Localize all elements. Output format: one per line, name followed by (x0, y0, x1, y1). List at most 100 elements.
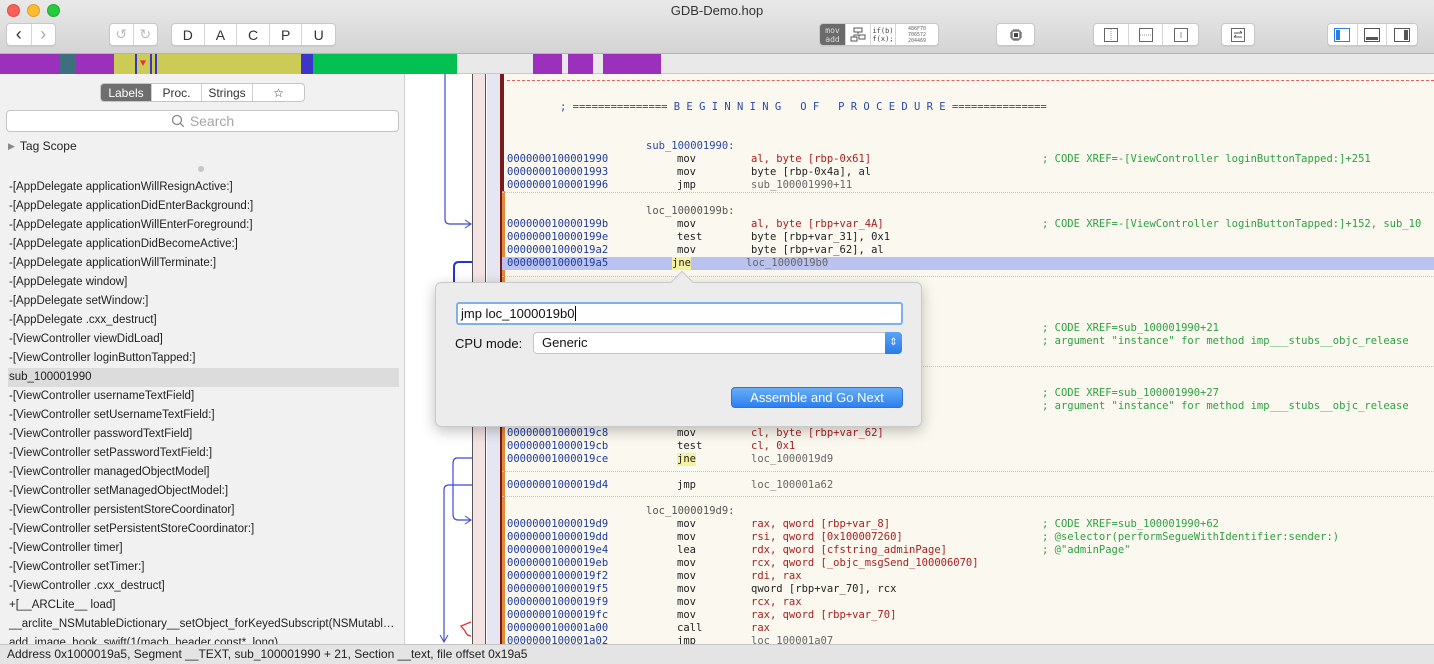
pseudocode-mode-button[interactable]: if(b) f(x); (871, 24, 896, 45)
instruction-row[interactable]: 0000000100001a00 call rax (507, 622, 1434, 635)
label-list-item[interactable]: -[ViewController setPasswordTextField:] (8, 444, 399, 463)
instruction-address: 00000001000019dd (507, 531, 609, 543)
loc-label[interactable]: loc_10000199b: (646, 205, 1434, 218)
label-list-item[interactable]: -[AppDelegate applicationDidBecomeActive… (8, 235, 399, 254)
loc-label[interactable]: loc_1000019d9: (646, 505, 1434, 518)
label-list-item[interactable]: -[ViewController persistentStoreCoordina… (8, 501, 399, 520)
instruction-row[interactable]: 00000001000019f9 mov rcx, rax (507, 596, 1434, 609)
resize-handle[interactable] (198, 166, 204, 172)
instruction-mnemonic: mov (677, 427, 696, 439)
nav-buttons: ‹ › (6, 23, 56, 46)
segment-navigation-bar[interactable] (0, 54, 1434, 74)
chevron-right-icon: › (40, 24, 47, 44)
single-view-button[interactable] (1163, 24, 1198, 45)
label-list-item[interactable]: -[ViewController setTimer:] (8, 558, 399, 577)
tab-strings[interactable]: Strings (202, 84, 253, 101)
label-list-item[interactable]: sub_100001990 (8, 368, 399, 387)
label-list-item[interactable]: add_image_hook_swift(1(mach_header const… (8, 634, 399, 644)
label-list-item[interactable]: -[ViewController setManagedObjectModel:] (8, 482, 399, 501)
label-search-input[interactable]: Search (6, 110, 399, 132)
label-list-item[interactable]: -[ViewController loginButtonTapped:] (8, 349, 399, 368)
instruction-row[interactable]: 0000000100001a02 jmp loc_100001a07 (507, 635, 1434, 644)
instruction-row[interactable]: 000000010000199e test byte [rbp+var_31], 0… (507, 231, 1434, 244)
debugger-button[interactable] (997, 24, 1034, 45)
cpu-mode-select[interactable]: Generic ⇕ (533, 332, 902, 354)
label-list-item[interactable]: -[ViewController setUsernameTextField:] (8, 406, 399, 425)
label-list-item[interactable]: -[ViewController managedObjectModel] (8, 463, 399, 482)
label-list-item[interactable]: -[AppDelegate applicationDidEnterBackgro… (8, 197, 399, 216)
assemble-and-go-next-button[interactable]: Assemble and Go Next (731, 387, 903, 408)
instruction-row[interactable]: 00000001000019f5 mov qword [rbp+var_70], r… (507, 583, 1434, 596)
toggle-bottom-panel-button[interactable] (1358, 24, 1388, 45)
label-list-item[interactable]: -[ViewController usernameTextField] (8, 387, 399, 406)
navmap-strings-segment (313, 54, 457, 74)
instruction-input[interactable]: jmp loc_1000019b0 (456, 302, 903, 325)
instruction-row[interactable]: 00000001000019a2 mov byte [rbp+var_62], al (507, 244, 1434, 257)
instruction-operands: al, byte [rbp+var_4A] (751, 218, 884, 230)
hex-mode-button[interactable]: 486F70 706572 204469 (896, 24, 938, 45)
assembly-mode-button[interactable]: mov add (820, 24, 846, 45)
split-vertical-button[interactable] (1094, 24, 1129, 45)
toggle-right-panel-button[interactable] (1387, 24, 1417, 45)
tag-scope-disclosure[interactable]: ▶ Tag Scope (8, 139, 77, 153)
tab-procedures[interactable]: Proc. (152, 84, 202, 101)
instruction-address: 00000001000019c8 (507, 427, 609, 439)
label-list-item[interactable]: -[AppDelegate applicationWillTerminate:] (8, 254, 399, 273)
label-list-item[interactable]: -[ViewController passwordTextField] (8, 425, 399, 444)
label-list-item[interactable]: -[ViewController viewDidLoad] (8, 330, 399, 349)
instruction-mnemonic: jne (677, 453, 696, 466)
redo-button[interactable]: ↻ (134, 24, 157, 45)
instruction-row[interactable]: 00000001000019a5 jne loc_1000019b0 (502, 257, 1434, 270)
block-separator (502, 192, 1434, 193)
instruction-row[interactable]: 00000001000019dd mov rsi, qword [0x1000072… (507, 531, 1434, 544)
instruction-address: 00000001000019cb (507, 440, 609, 452)
tab-labels[interactable]: Labels (101, 84, 152, 101)
instruction-row[interactable]: 00000001000019d9 mov rax, qword [rbp+var_8… (507, 518, 1434, 531)
tab-bookmarks[interactable]: ☆ (253, 84, 304, 101)
data-type-button[interactable]: D (172, 24, 205, 45)
instruction-row[interactable]: 00000001000019ce jne loc_1000019d9 (507, 453, 1434, 466)
label-list-item[interactable]: __arclite_NSMutableDictionary__setObject… (8, 615, 399, 634)
instruction-row[interactable]: 00000001000019fc mov rax, qword [rbp+var_7… (507, 609, 1434, 622)
instruction-operands: qword [rbp+var_70], rcx (751, 583, 897, 595)
instruction-row[interactable]: 00000001000019f2 mov rdi, rax (507, 570, 1434, 583)
swap-panels-button[interactable] (1222, 24, 1254, 45)
left-panel-icon (1334, 27, 1351, 42)
cpu-mode-label: CPU mode: (455, 336, 523, 351)
instruction-row[interactable]: 0000000100001996 jmp sub_100001990+11 (507, 179, 1434, 192)
instruction-row[interactable]: 00000001000019eb mov rcx, qword [_objc_msg… (507, 557, 1434, 570)
cfg-mode-button[interactable] (846, 24, 871, 45)
undo-button[interactable]: ↺ (110, 24, 134, 45)
instruction-row[interactable]: 00000001000019d4 jmp loc_100001a62 (507, 479, 1434, 492)
label-list-item[interactable]: -[ViewController timer] (8, 539, 399, 558)
toggle-left-panel-button[interactable] (1328, 24, 1358, 45)
instruction-row[interactable]: 00000001000019cb test cl, 0x1 (507, 440, 1434, 453)
procedure-type-button[interactable]: P (270, 24, 303, 45)
instruction-address: 00000001000019ce (507, 453, 609, 465)
instruction-row[interactable]: 0000000100001990 mov al, byte [rbp-0x61] ; … (507, 153, 1434, 166)
comment: ; argument "instance" for method imp___s… (1042, 400, 1409, 412)
label-list-item[interactable]: -[AppDelegate setWindow:] (8, 292, 399, 311)
ascii-type-button[interactable]: A (205, 24, 238, 45)
undo-icon: ↺ (115, 26, 128, 42)
split-horizontal-button[interactable] (1129, 24, 1164, 45)
procedure-label[interactable]: sub_100001990: (646, 140, 1434, 153)
label-list-item[interactable]: -[ViewController setPersistentStoreCoord… (8, 520, 399, 539)
instruction-address: 00000001000019e4 (507, 544, 609, 556)
instruction-row[interactable]: 0000000100001993 mov byte [rbp-0x4a], al (507, 166, 1434, 179)
instruction-row[interactable]: 00000001000019e4 lea rdx, qword [cfstring_… (507, 544, 1434, 557)
forward-button[interactable]: › (32, 24, 56, 45)
code-type-button[interactable]: C (237, 24, 270, 45)
instruction-mnemonic: mov (677, 609, 696, 621)
label-list-item[interactable]: -[AppDelegate applicationWillEnterForegr… (8, 216, 399, 235)
debugger-button-group (996, 23, 1035, 46)
label-list-item[interactable]: -[ViewController .cxx_destruct] (8, 577, 399, 596)
label-list-item[interactable]: -[AppDelegate applicationWillResignActiv… (8, 178, 399, 197)
label-list-item[interactable]: -[AppDelegate .cxx_destruct] (8, 311, 399, 330)
instruction-row[interactable]: 000000010000199b mov al, byte [rbp+var_4A]… (507, 218, 1434, 231)
instruction-row[interactable]: 00000001000019c8 mov cl, byte [rbp+var_62] (507, 427, 1434, 440)
back-button[interactable]: ‹ (7, 24, 32, 45)
label-list-item[interactable]: -[AppDelegate window] (8, 273, 399, 292)
undefined-type-button[interactable]: U (302, 24, 335, 45)
label-list-item[interactable]: +[__ARCLite__ load] (8, 596, 399, 615)
